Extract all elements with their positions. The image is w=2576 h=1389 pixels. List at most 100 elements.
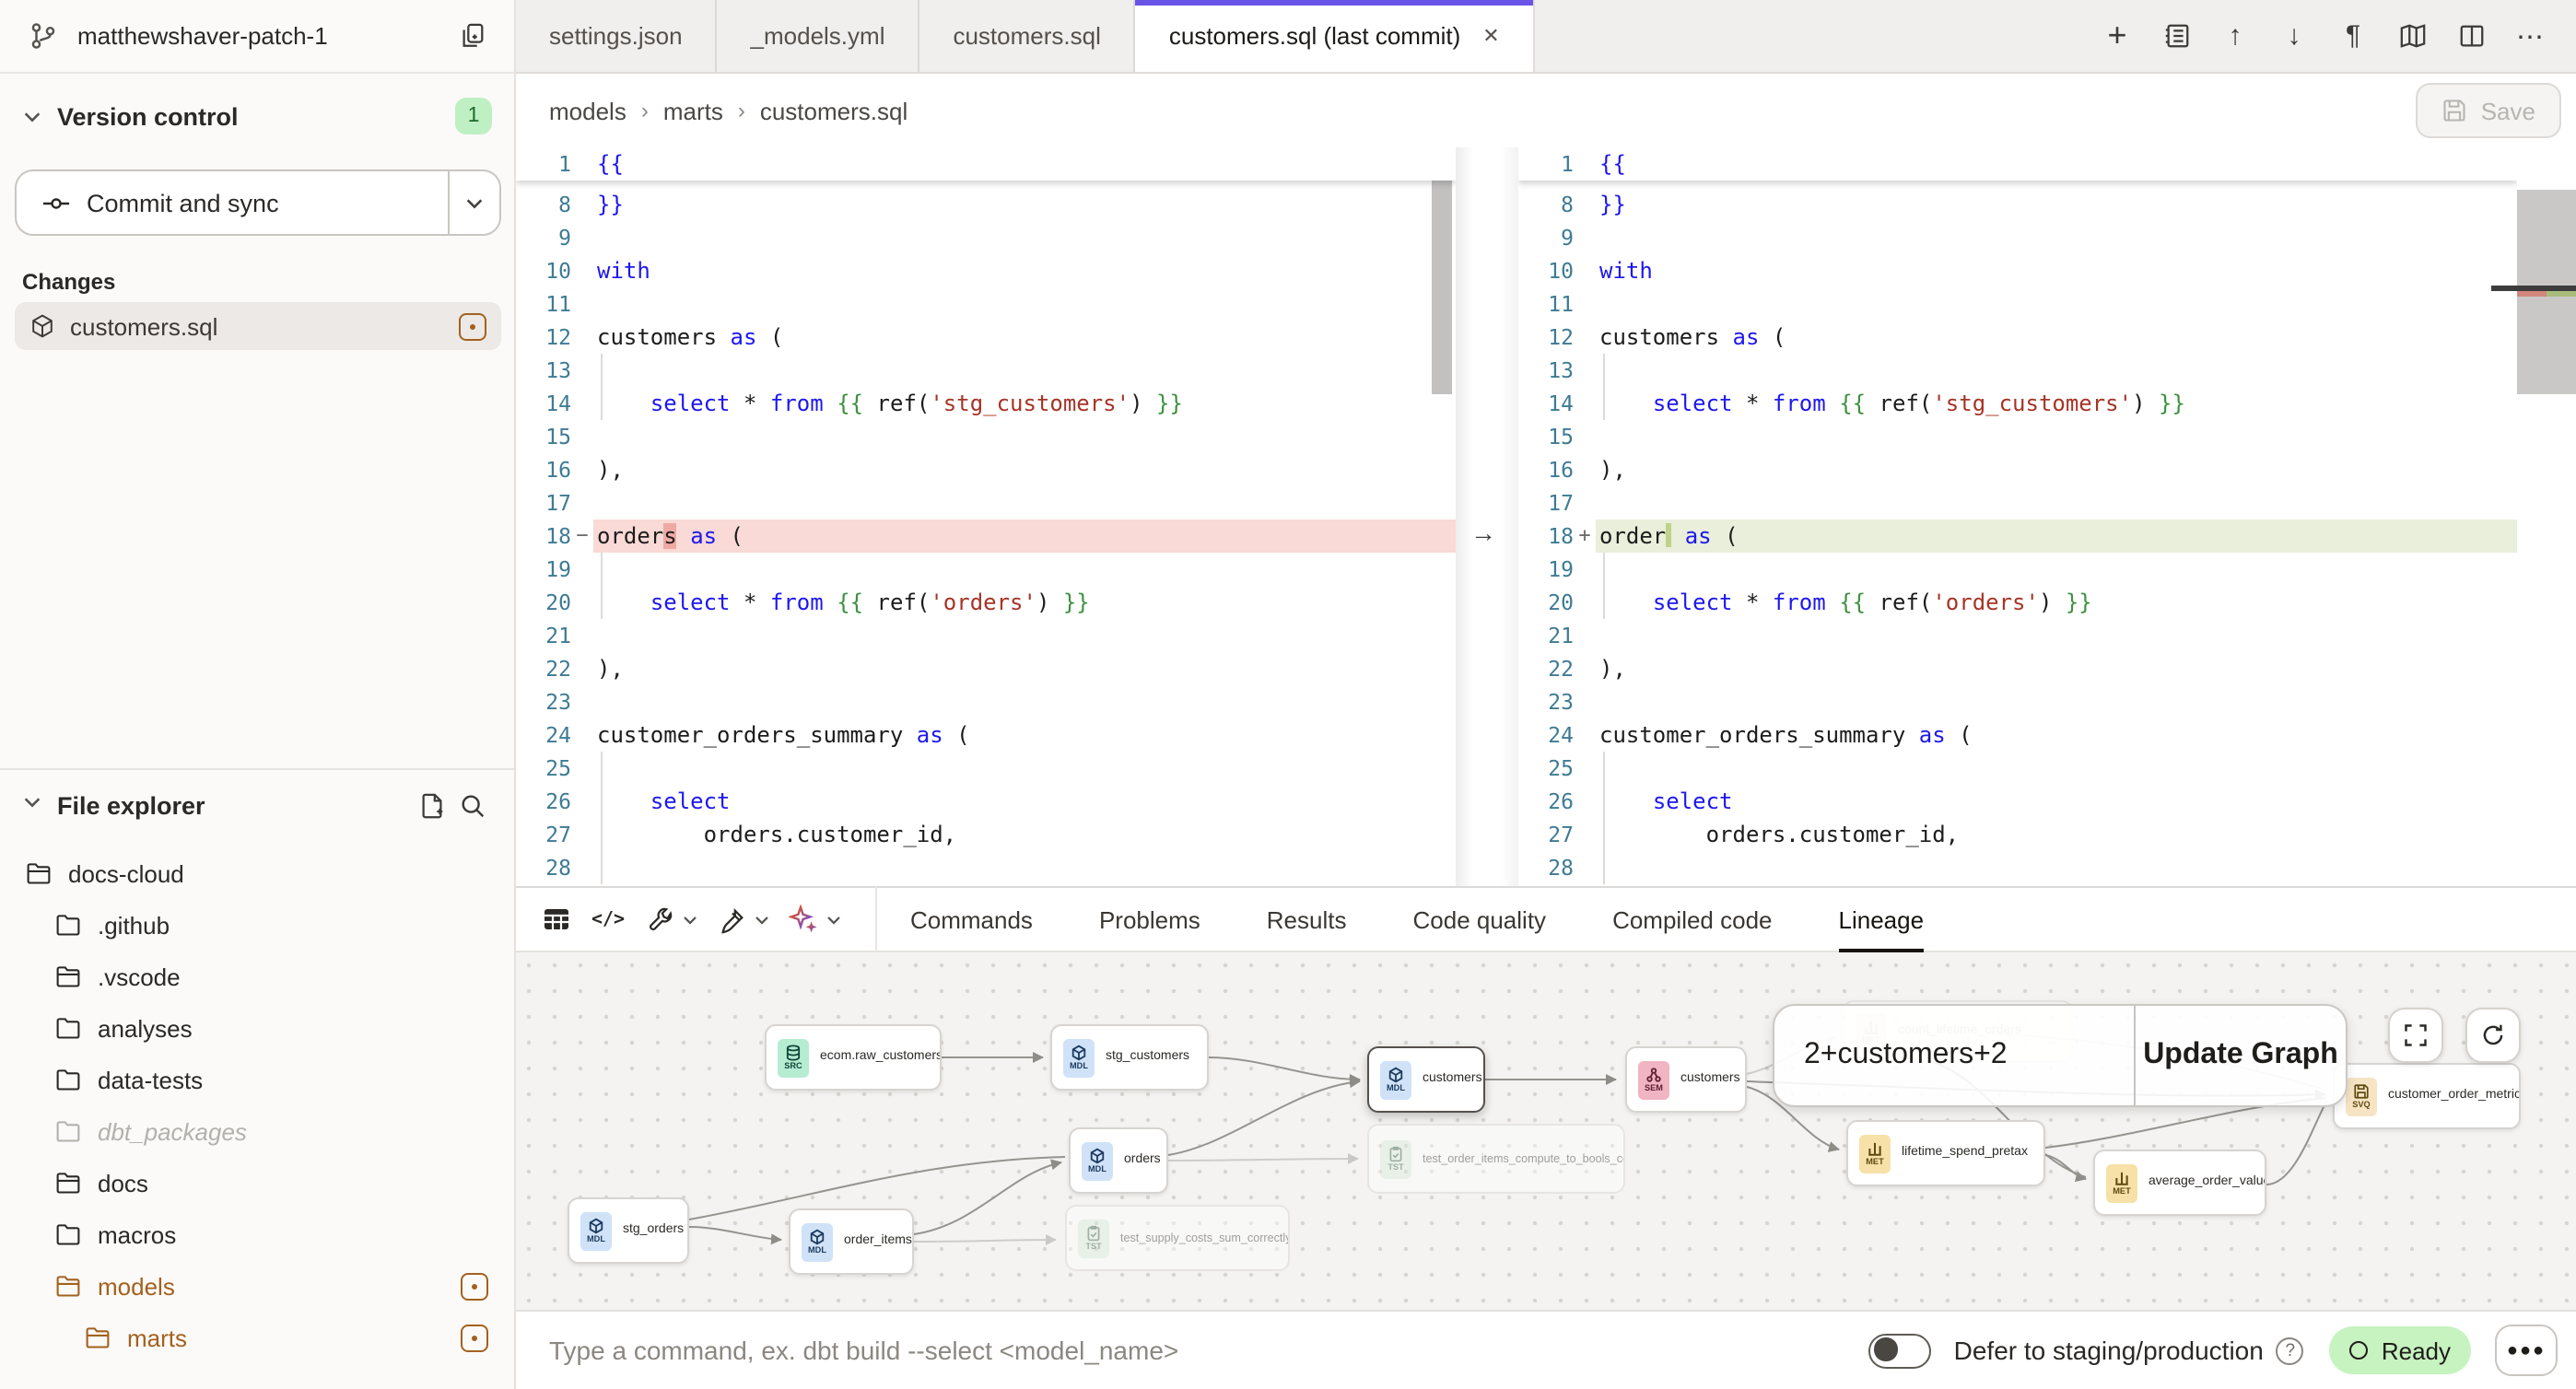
breadcrumb-segment[interactable]: models: [549, 97, 626, 124]
code-line[interactable]: 15: [516, 420, 1456, 453]
breadcrumb-segment[interactable]: marts: [663, 97, 723, 124]
code-line[interactable]: 22),: [516, 652, 1456, 685]
changed-file-row[interactable]: customers.sql: [15, 302, 501, 350]
close-icon[interactable]: ✕: [1482, 24, 1499, 48]
lineage-node-customer-order-metrics[interactable]: SVQcustomer_order_metrics: [2333, 1063, 2521, 1129]
update-graph-button[interactable]: Update Graph: [2134, 1006, 2346, 1105]
save-button[interactable]: Save: [2417, 83, 2561, 138]
code-line[interactable]: 12customers as (: [1518, 321, 2517, 354]
lineage-node-order-items[interactable]: MDLorder_items: [789, 1208, 914, 1275]
lineage-node-test-order-items-compute-to-bools-correctly[interactable]: TSTtest_order_items_compute_to_bools_cor…: [1367, 1124, 1625, 1194]
diff-pane-original[interactable]: 1{{8}}910with1112customers as (1314 sele…: [516, 147, 1456, 886]
more-options-icon[interactable]: ⋯: [2510, 16, 2550, 56]
sidebar-item-marts[interactable]: marts: [0, 1312, 514, 1363]
code-line[interactable]: 9: [1518, 221, 2517, 254]
sidebar-item--vscode[interactable]: .vscode: [0, 951, 514, 1002]
code-line[interactable]: 16),: [516, 453, 1456, 486]
defer-toggle[interactable]: [1869, 1333, 1932, 1368]
lineage-node-stg-customers[interactable]: MDLstg_customers: [1050, 1024, 1209, 1091]
panel-tab-compiled-code[interactable]: Compiled code: [1612, 888, 1772, 951]
code-line[interactable]: 26 select: [516, 785, 1456, 818]
code-line[interactable]: 19: [1518, 553, 2517, 586]
code-line[interactable]: 10with: [1518, 254, 2517, 287]
code-line[interactable]: 28: [516, 851, 1456, 884]
lineage-node-lifetime-spend-pretax[interactable]: METlifetime_spend_pretax: [1846, 1120, 2045, 1186]
commit-and-sync-button[interactable]: Commit and sync: [17, 171, 448, 234]
code-line[interactable]: 21: [516, 619, 1456, 652]
code-line[interactable]: 24customer_orders_summary as (: [516, 718, 1456, 752]
commit-options-caret[interactable]: [448, 171, 499, 234]
chevron-down-icon[interactable]: [682, 911, 698, 928]
fullscreen-button[interactable]: [2388, 1008, 2443, 1063]
code-line[interactable]: 27 orders.customer_id,: [516, 818, 1456, 851]
tab-customers-sql[interactable]: customers.sql: [919, 0, 1135, 72]
status-badge[interactable]: Ready: [2330, 1326, 2471, 1374]
sidebar-item-models[interactable]: models: [0, 1260, 514, 1312]
panel-tab-code-quality[interactable]: Code quality: [1413, 888, 1547, 951]
lineage-node-ecom-raw-customers[interactable]: SRCecom.raw_customers: [765, 1024, 942, 1091]
version-control-header[interactable]: Version control 1: [0, 85, 514, 147]
code-line[interactable]: 14 select * from {{ ref('stg_customers')…: [516, 387, 1456, 420]
code-line[interactable]: 25: [516, 752, 1456, 785]
lineage-canvas[interactable]: 2+customers+2 Update Graph SRCecom.raw_c…: [516, 952, 2576, 1310]
tab-customers-sql-last-commit-[interactable]: customers.sql (last commit)✕: [1136, 0, 1535, 72]
sidebar-item-dbt-packages[interactable]: dbt_packages: [0, 1105, 514, 1157]
panel-tab-lineage[interactable]: Lineage: [1839, 888, 1925, 951]
code-line[interactable]: 18−orders as (: [516, 519, 1456, 553]
panel-tab-results[interactable]: Results: [1267, 888, 1347, 951]
code-line[interactable]: 17: [1518, 486, 2517, 519]
code-line[interactable]: 8}}: [516, 188, 1456, 221]
code-line[interactable]: 11: [1518, 287, 2517, 321]
code-line[interactable]: 20 select * from {{ ref('orders') }}: [516, 586, 1456, 619]
panel-tab-problems[interactable]: Problems: [1099, 888, 1200, 951]
tab--models-yml[interactable]: _models.yml: [718, 0, 920, 72]
chevron-down-icon[interactable]: [825, 911, 842, 928]
code-line[interactable]: 25: [1518, 752, 2517, 785]
code-line[interactable]: 17: [516, 486, 1456, 519]
lineage-node-orders[interactable]: MDLorders: [1069, 1127, 1168, 1194]
code-line[interactable]: 12customers as (: [516, 321, 1456, 354]
sidebar-item--github[interactable]: .github: [0, 899, 514, 951]
file-explorer-header[interactable]: File explorer: [0, 776, 514, 835]
diff-overview-ruler[interactable]: [2517, 147, 2576, 886]
code-line[interactable]: 13: [1518, 354, 2517, 387]
apply-change-arrow-icon[interactable]: →: [1470, 518, 1496, 547]
results-table-icon[interactable]: [534, 899, 579, 940]
lineage-node-customers[interactable]: MDLcustomers: [1367, 1046, 1485, 1113]
code-line[interactable]: 21: [1518, 619, 2517, 652]
lineage-node-stg-orders[interactable]: MDLstg_orders: [568, 1197, 689, 1264]
new-file-icon[interactable]: [411, 785, 451, 825]
code-line[interactable]: 27 orders.customer_id,: [1518, 818, 2517, 851]
outline-icon[interactable]: [2156, 16, 2196, 56]
whitespace-icon[interactable]: ¶: [2333, 16, 2373, 56]
breadcrumb-segment[interactable]: customers.sql: [760, 97, 907, 124]
code-line[interactable]: 26 select: [1518, 785, 2517, 818]
code-line[interactable]: 23: [1518, 685, 2517, 718]
code-line[interactable]: 11: [516, 287, 1456, 321]
tab-settings-json[interactable]: settings.json: [516, 0, 718, 72]
chevron-down-icon[interactable]: [754, 911, 770, 928]
code-line[interactable]: 22),: [1518, 652, 2517, 685]
ai-fix-icon[interactable]: [781, 899, 825, 940]
panel-tab-commands[interactable]: Commands: [910, 888, 1033, 951]
lineage-node-average-order-value[interactable]: METaverage_order_value: [2093, 1150, 2266, 1216]
sidebar-item-docs-cloud[interactable]: docs-cloud: [0, 847, 514, 899]
code-line[interactable]: 28: [1518, 851, 2517, 884]
code-icon[interactable]: </>: [586, 899, 630, 940]
minimap-icon[interactable]: [2392, 16, 2432, 56]
search-icon[interactable]: [451, 785, 492, 825]
new-tab-icon[interactable]: +: [2097, 16, 2137, 56]
format-icon[interactable]: [709, 899, 754, 940]
scroll-up-icon[interactable]: ↑: [2215, 16, 2255, 56]
sidebar-item-analyses[interactable]: analyses: [0, 1002, 514, 1054]
code-line[interactable]: 20 select * from {{ ref('orders') }}: [1518, 586, 2517, 619]
lineage-node-test-supply-costs-sum-correctly[interactable]: TSTtest_supply_costs_sum_correctly: [1065, 1205, 1290, 1271]
command-input[interactable]: Type a command, ex. dbt build --select <…: [549, 1336, 1869, 1365]
diff-editor[interactable]: 1{{8}}910with1112customers as (1314 sele…: [516, 147, 2576, 886]
refresh-graph-button[interactable]: [2465, 1008, 2521, 1063]
sidebar-item-docs[interactable]: docs: [0, 1157, 514, 1208]
sidebar-item-data-tests[interactable]: data-tests: [0, 1054, 514, 1105]
scroll-down-icon[interactable]: ↓: [2274, 16, 2314, 56]
diff-pane-modified[interactable]: 1{{8}}910with1112customers as (1314 sele…: [1518, 147, 2517, 886]
code-line[interactable]: 10with: [516, 254, 1456, 287]
